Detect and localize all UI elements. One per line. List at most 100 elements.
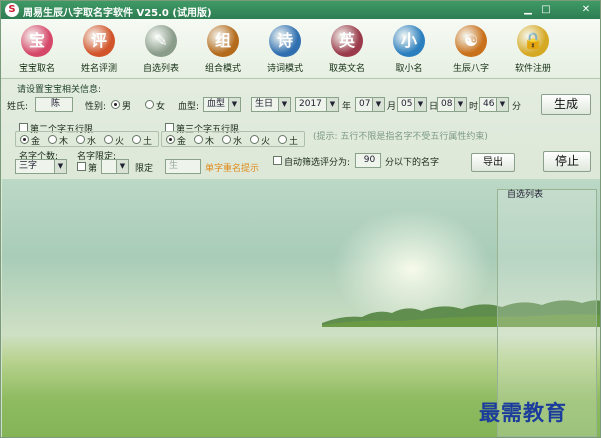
limit-di-label: 第 [88,164,98,174]
chevron-down-icon: ▼ [326,98,338,111]
auto-filter-label: 自动筛选评分为: [284,158,351,168]
wx2-radio-2[interactable] [76,135,85,144]
month-value: 07 [359,99,371,109]
wx2-option-label: 水 [87,137,97,147]
wx2-option-label: 金 [31,137,41,147]
wx3-option-label: 土 [289,137,299,147]
wx2-radio-1[interactable] [48,135,57,144]
month-select[interactable]: 07 ▼ [355,97,385,112]
count-value: 三字 [19,161,38,171]
chevron-down-icon: ▼ [372,98,384,111]
limit-xianding-label: 限定 [135,164,154,174]
day-value: 05 [401,99,413,109]
year-value: 2017 [299,99,322,109]
wx3-option-label: 金 [177,137,187,147]
section-label: 请设置宝宝相关信息: [17,85,102,95]
surname-label: 姓氏: [7,102,29,112]
toolbar-button-1[interactable]: 宝宝宝取名 [7,21,67,77]
wx2-radio-0[interactable] [20,135,29,144]
score-input[interactable]: 90 [355,153,381,168]
gender-male-radio[interactable] [111,100,120,109]
bird-icon: 小 [393,25,425,57]
blood-value: 血型 [207,99,226,109]
toolbar: 宝宝宝取名评姓名评测 ✎ 自选列表组组合模式诗诗词模式英取英文名小取小名 ☯ 生辰八字 🔒… [1,19,600,79]
lock-icon: 🔒 [517,25,549,57]
toolbar-label: 自选列表 [142,64,179,74]
gender-female-radio[interactable] [145,100,154,109]
toolbar-button-7[interactable]: 小取小名 [379,21,439,77]
surname-input[interactable]: 陈 [35,97,73,112]
auto-filter-checkbox[interactable] [273,156,282,165]
minimize-icon[interactable]: ▁ [519,2,537,17]
birth-type-select[interactable]: 生日 ▼ [251,97,291,112]
title-bar: S 周易生辰八字取名字软件 V25.0 (试用版) ▁ □ ✕ [1,1,600,19]
chevron-down-icon: ▼ [228,98,240,111]
window-title: 周易生辰八字取名字软件 V25.0 (试用版) [23,8,212,19]
export-button[interactable]: 导出 [471,153,515,172]
hour-select[interactable]: 08 ▼ [437,97,467,112]
book-icon: 诗 [269,25,301,57]
year-select[interactable]: 2017 ▼ [295,97,339,112]
wx3-radio-2[interactable] [222,135,231,144]
baby-icon: 宝 [21,25,53,57]
app-icon: S [5,3,19,17]
toolbar-label: 软件注册 [514,64,551,74]
wx2-option-label: 土 [143,137,153,147]
chevron-down-icon: ▼ [116,160,128,173]
restore-icon[interactable]: □ [537,2,555,17]
blood-select[interactable]: 血型 ▼ [203,97,241,112]
day-select[interactable]: 05 ▼ [397,97,427,112]
toolbar-label: 生辰八字 [452,64,489,74]
custom-list-title: 自选列表 [507,190,544,200]
toolbar-label: 取小名 [395,64,423,74]
limit-checkbox[interactable] [77,162,86,171]
limit-note: 单字重名提示 [205,164,260,174]
gender-female-label: 女 [156,102,166,112]
wuxing3-group: 金木水火土 [161,131,305,147]
wx2-option-label: 木 [59,137,69,147]
toolbar-label: 诗词模式 [266,64,303,74]
wx2-radio-4[interactable] [132,135,141,144]
toolbar-button-3[interactable]: ✎ 自选列表 [131,21,191,77]
wx3-radio-3[interactable] [250,135,259,144]
rating-icon: 评 [83,25,115,57]
count-select[interactable]: 三字 ▼ [15,159,67,174]
wx3-radio-0[interactable] [166,135,175,144]
watermark-text: 最需教育 [479,400,567,425]
chevron-down-icon: ▼ [278,98,290,111]
gender-label: 性别: [85,102,107,112]
toolbar-label: 姓名评测 [80,64,117,74]
app-window: S 周易生辰八字取名字软件 V25.0 (试用版) ▁ □ ✕ 宝宝宝取名评姓名… [0,0,601,438]
birth-type-value: 生日 [255,99,274,109]
limit-position-select[interactable]: ▼ [101,159,129,174]
toolbar-label: 取英文名 [328,64,365,74]
stop-button[interactable]: 停止 [543,151,591,172]
wuxing-hint: (提示: 五行不限是指名字不受五行属性约束) [313,132,488,142]
gender-male-label: 男 [122,102,132,112]
toolbar-button-2[interactable]: 评姓名评测 [69,21,129,77]
toolbar-button-4[interactable]: 组组合模式 [193,21,253,77]
minute-unit: 分 [512,102,522,112]
toolbar-button-9[interactable]: 🔒 软件注册 [503,21,563,77]
wx3-radio-1[interactable] [194,135,203,144]
toolbar-label: 组合模式 [204,64,241,74]
month-unit: 月 [387,102,397,112]
wuxing2-group: 金木水火土 [15,131,159,147]
barcelona-icon: 英 [331,25,363,57]
hour-value: 08 [441,99,453,109]
chevron-down-icon: ▼ [496,98,508,111]
toolbar-button-5[interactable]: 诗诗词模式 [255,21,315,77]
minute-select[interactable]: 46 ▼ [479,97,509,112]
minute-value: 46 [483,99,495,109]
wx2-radio-3[interactable] [104,135,113,144]
wx3-radio-4[interactable] [278,135,287,144]
toolbar-label: 宝宝取名 [18,64,55,74]
score-suffix: 分以下的名字 [385,158,440,168]
limit-char-input[interactable]: 生 [165,159,201,174]
close-icon[interactable]: ✕ [577,2,595,17]
generate-button[interactable]: 生成 [541,94,591,115]
toolbar-button-6[interactable]: 英取英文名 [317,21,377,77]
hour-unit: 时 [469,102,479,112]
wx2-option-label: 火 [115,137,125,147]
toolbar-button-8[interactable]: ☯ 生辰八字 [441,21,501,77]
